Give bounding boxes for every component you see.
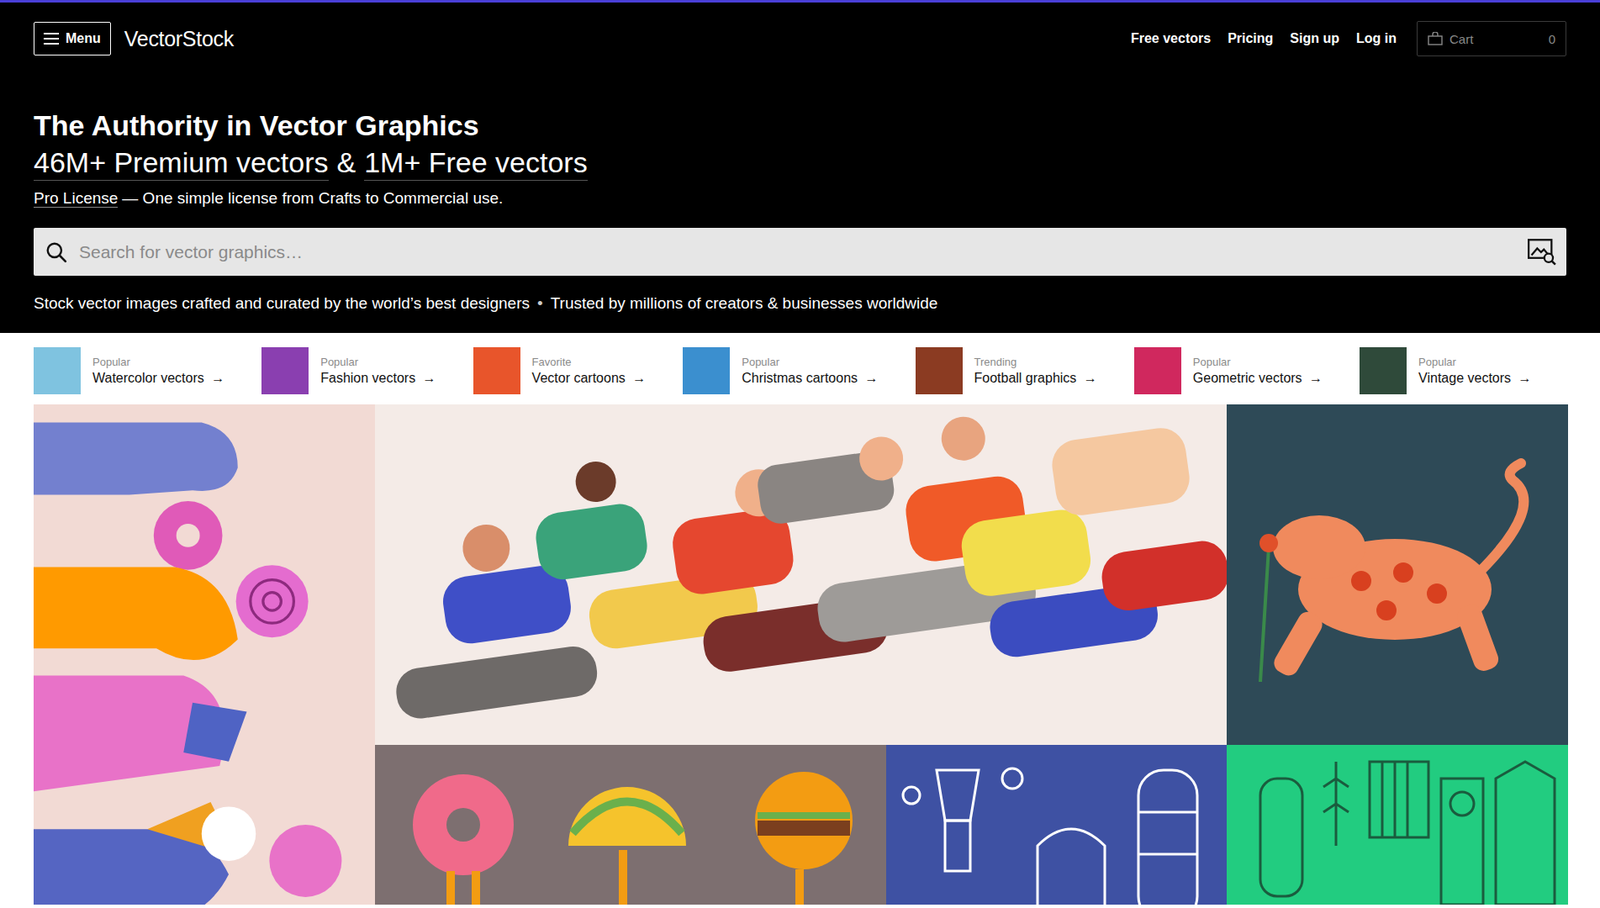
- subheadline: 46M+ Premium vectors&1M+ Free vectors: [33, 144, 1567, 182]
- menu-button[interactable]: Menu: [33, 21, 111, 56]
- category-link[interactable]: PopularVintage vectors →: [1359, 344, 1532, 397]
- cart-count: 0: [1548, 31, 1556, 47]
- category-thumbnail: [1359, 347, 1407, 395]
- runners-illustration[interactable]: [374, 404, 1227, 745]
- tiger-illustration[interactable]: [1226, 404, 1569, 745]
- sweets-illustration[interactable]: [33, 404, 375, 905]
- vectorstock-home: Menu VectorStock Free vectors Pricing Sign u…: [0, 0, 1600, 908]
- category-thumbnail: [1134, 347, 1182, 395]
- category-link[interactable]: PopularGeometric vectors →: [1134, 344, 1323, 397]
- category-link[interactable]: TrendingFootball graphics →: [915, 344, 1098, 397]
- tagline: Stock vector images crafted and curated …: [33, 294, 1567, 313]
- category-link[interactable]: PopularWatercolor vectors →: [33, 344, 225, 397]
- headline: The Authority in Vector Graphics: [33, 108, 1567, 143]
- category-link[interactable]: PopularFashion vectors →: [261, 344, 436, 397]
- license-note: Pro License— One simple license from Cra…: [33, 189, 1567, 208]
- top-nav: Menu VectorStock Free vectors Pricing Sign u…: [33, 2, 1567, 57]
- food-characters-illustration[interactable]: [374, 744, 887, 905]
- brewery-green-illustration[interactable]: [1226, 744, 1569, 905]
- category-thumbnail: [33, 347, 81, 395]
- category-strip: PopularWatercolor vectors → PopularFashio…: [0, 332, 1600, 405]
- nav-link[interactable]: Free vectors: [1130, 31, 1211, 47]
- shopping-bag-icon: [1427, 31, 1443, 46]
- image-search-icon[interactable]: [1527, 238, 1557, 266]
- search-icon: [45, 241, 68, 264]
- premium-link[interactable]: 46M+ Premium vectors: [33, 144, 329, 182]
- brewery-blue-illustration[interactable]: [886, 744, 1227, 905]
- category-link[interactable]: PopularChristmas cartoons →: [682, 344, 878, 397]
- category-thumbnail: [261, 347, 309, 395]
- nav-link[interactable]: Sign up: [1289, 31, 1340, 47]
- category-link[interactable]: FavoriteVector cartoons →: [473, 344, 647, 397]
- search-input[interactable]: [77, 241, 1528, 264]
- nav-link[interactable]: Log in: [1356, 31, 1397, 47]
- cart-button[interactable]: Cart0: [1416, 21, 1567, 57]
- hamburger-icon: [43, 32, 59, 45]
- category-thumbnail: [915, 347, 963, 395]
- category-thumbnail: [473, 347, 521, 395]
- pro-license-link[interactable]: Pro License: [33, 189, 118, 208]
- logo[interactable]: VectorStock: [124, 26, 234, 52]
- image-gallery: [33, 404, 1569, 905]
- search-bar[interactable]: [33, 227, 1567, 276]
- hero-header: Menu VectorStock Free vectors Pricing Sign u…: [0, 0, 1600, 333]
- nav-link[interactable]: Pricing: [1227, 31, 1273, 47]
- category-thumbnail: [682, 347, 730, 395]
- free-link[interactable]: 1M+ Free vectors: [364, 144, 587, 182]
